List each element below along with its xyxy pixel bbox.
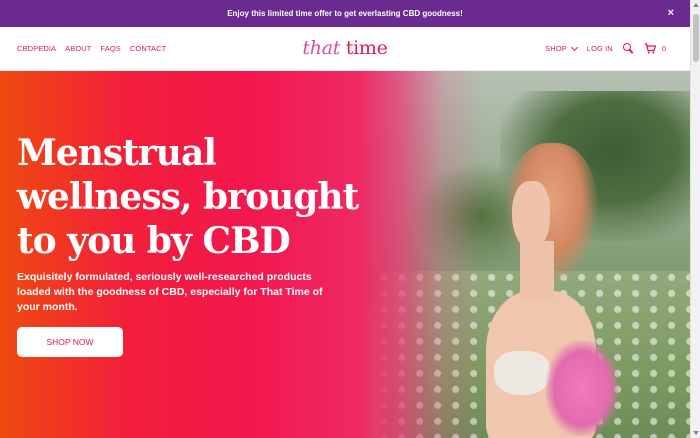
- shop-dropdown[interactable]: SHOP: [545, 43, 578, 53]
- scrollbar-thumb[interactable]: [693, 14, 699, 62]
- cart-button[interactable]: 0: [644, 43, 666, 54]
- scroll-down-icon[interactable]: [693, 431, 699, 435]
- chevron-down-icon: [570, 43, 578, 51]
- hero-subtitle: Exquisitely formulated, seriously well-r…: [17, 271, 323, 313]
- close-icon[interactable]: ×: [668, 7, 674, 19]
- shop-label: SHOP: [545, 44, 567, 53]
- shop-now-button[interactable]: SHOP NOW: [17, 327, 123, 357]
- cart-icon: [644, 43, 656, 54]
- login-link[interactable]: LOG IN: [587, 44, 613, 53]
- hero-section: Menstrual wellness, brought to you by CB…: [0, 71, 690, 438]
- announcement-bar: Enjoy this limited time offer to get eve…: [0, 0, 690, 27]
- scroll-up-icon[interactable]: [693, 3, 699, 7]
- hero-title: Menstrual wellness, brought to you by CB…: [17, 132, 359, 262]
- cart-count: 0: [661, 44, 666, 53]
- header-actions: SHOP LOG IN 0: [545, 43, 666, 54]
- logo-that: that: [302, 37, 341, 59]
- site-header: CBDPEDIA ABOUT FAQS CONTACT that time SH…: [0, 27, 690, 71]
- search-icon[interactable]: [622, 43, 634, 54]
- page-scrollbar[interactable]: [690, 0, 700, 438]
- announcement-text: Enjoy this limited time offer to get eve…: [227, 9, 463, 18]
- logo-time: time: [340, 37, 388, 59]
